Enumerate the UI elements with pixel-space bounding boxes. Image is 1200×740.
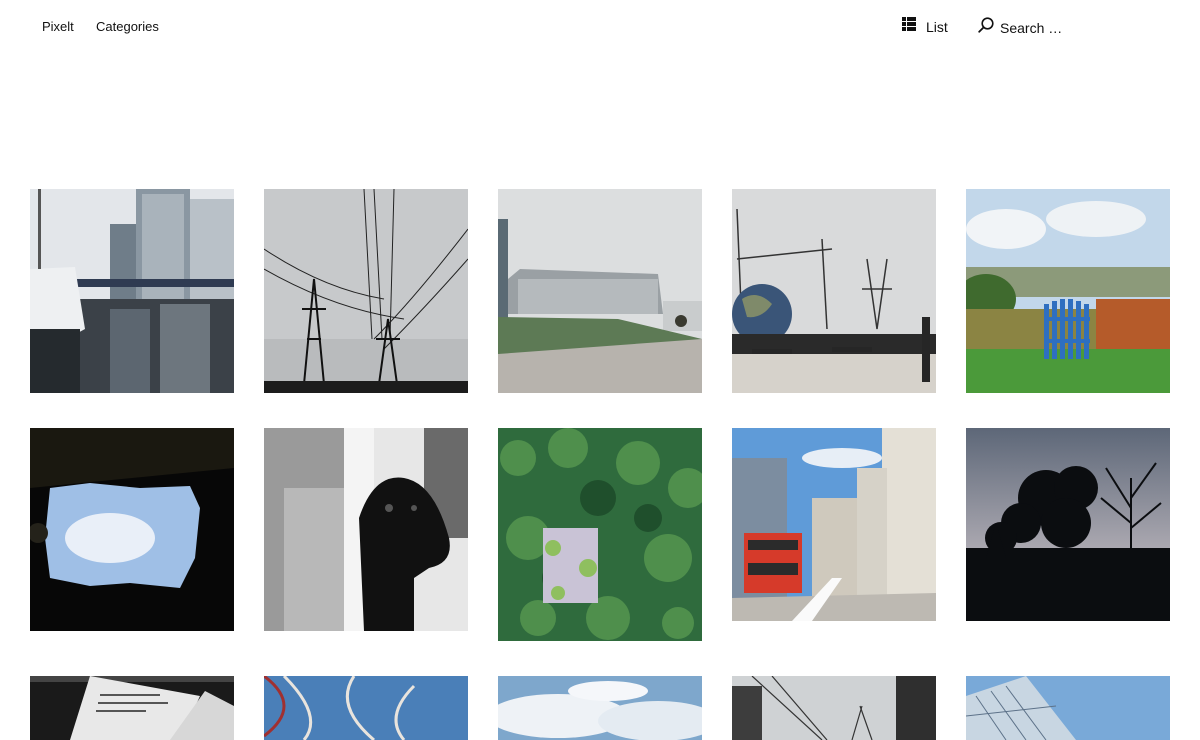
photo-ivy-wall[interactable] [498,428,702,641]
photo-power-lines[interactable] [264,189,468,393]
photo-dog-peeking[interactable] [264,428,468,631]
photo-clouds-sky[interactable] [498,676,702,740]
photo-rooftop-globe[interactable] [732,189,936,393]
photo-tree-silhouette[interactable] [966,428,1170,621]
photo-harbor-yacht[interactable] [30,189,234,393]
photo-industrial-building[interactable] [498,189,702,393]
photo-netting-sky[interactable] [264,676,468,740]
photo-bridge-cables[interactable] [732,676,936,740]
photo-looking-up-sky[interactable] [30,428,234,631]
photo-glass-skyscraper[interactable] [966,676,1170,740]
photo-newspaper[interactable] [30,676,234,740]
photo-city-street-bus[interactable] [732,428,936,621]
photo-grid [0,0,1200,740]
photo-countryside-gate[interactable] [966,189,1170,393]
